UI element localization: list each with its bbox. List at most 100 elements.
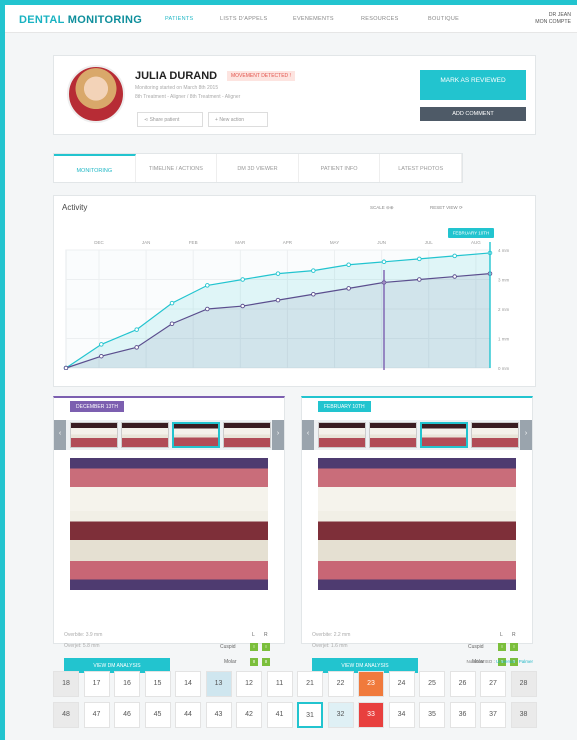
tooth-37[interactable]: 37	[480, 702, 506, 728]
data-point[interactable]	[169, 300, 175, 306]
thumbnail-selected[interactable]	[172, 422, 220, 448]
cuspid-label: Cuspid	[468, 644, 484, 650]
tooth-41[interactable]: 41	[266, 702, 293, 728]
nav-lists[interactable]: LISTS D'APPELS	[220, 16, 267, 22]
data-point[interactable]	[134, 345, 139, 350]
nav-events[interactable]: EVENEMENTS	[293, 16, 334, 22]
tooth-12[interactable]: 12	[236, 671, 262, 697]
overjet-readout: Overjet: 1.6 mm	[312, 643, 348, 649]
x-tick-label: JUL	[425, 240, 433, 245]
tooth-35[interactable]: 35	[419, 702, 445, 728]
tab-3d-viewer[interactable]: DM 3D VIEWER	[217, 154, 299, 182]
activity-chart[interactable]: DEC JAN FEB MAR APR MAY JUN JUL AUG 0 mm 1 mm 2 mm 3…	[54, 220, 535, 370]
add-comment-button[interactable]: ADD COMMENT	[420, 107, 526, 121]
tooth-14[interactable]: 14	[175, 671, 201, 697]
tab-monitoring[interactable]: MONITORING	[54, 154, 136, 182]
scale-control[interactable]: SCALE ⊖⊕	[370, 205, 394, 211]
tooth-33[interactable]: 33	[358, 702, 384, 728]
tooth-31[interactable]: 31	[297, 702, 323, 728]
tooth-24[interactable]: 24	[388, 671, 415, 697]
data-point[interactable]	[99, 342, 104, 347]
left-thumbnail-strip: ‹ ›	[54, 420, 284, 450]
data-point[interactable]	[240, 277, 245, 282]
data-point[interactable]	[417, 256, 422, 262]
tooth-44[interactable]: 44	[175, 702, 201, 728]
share-patient-button[interactable]: ⋖ Share patient	[137, 112, 203, 127]
tab-patient-info[interactable]: PATIENT INFO	[299, 154, 381, 182]
tooth-43[interactable]: 43	[205, 702, 232, 728]
col-r: R	[264, 632, 268, 638]
data-point[interactable]	[311, 291, 316, 297]
tooth-17[interactable]: 17	[83, 671, 110, 697]
prev-arrow-icon[interactable]: ‹	[54, 420, 66, 450]
new-action-button[interactable]: + New action	[208, 112, 268, 127]
tooth-45[interactable]: 45	[144, 702, 171, 728]
tooth-32[interactable]: 32	[327, 702, 354, 728]
tab-timeline[interactable]: TIMELINE / ACTIONS	[136, 154, 218, 182]
thumbnail-selected[interactable]	[420, 422, 468, 448]
thumbnail[interactable]	[318, 422, 366, 448]
data-point[interactable]	[346, 262, 351, 268]
tooth-15[interactable]: 15	[144, 671, 171, 697]
nav-resources[interactable]: RESOURCES	[361, 16, 399, 22]
tooth-27[interactable]: 27	[480, 671, 506, 697]
mark-reviewed-button[interactable]: MARK AS REVIEWED	[420, 70, 526, 100]
data-point[interactable]	[134, 327, 139, 332]
logo[interactable]: DENTAL MONITORING	[19, 14, 142, 26]
thumbnail[interactable]	[223, 422, 271, 448]
teeth-photo[interactable]	[318, 458, 516, 590]
data-point[interactable]	[275, 271, 281, 276]
next-arrow-icon[interactable]: ›	[520, 420, 532, 450]
thumbnail[interactable]	[121, 422, 169, 448]
tooth-21[interactable]: 21	[297, 671, 323, 697]
data-point[interactable]	[452, 274, 457, 279]
tooth-34[interactable]: 34	[388, 702, 415, 728]
data-point[interactable]	[205, 306, 210, 312]
prev-arrow-icon[interactable]: ‹	[302, 420, 314, 450]
data-point[interactable]	[275, 297, 281, 303]
tooth-22[interactable]: 22	[327, 671, 354, 697]
tooth-28[interactable]: 28	[510, 671, 537, 697]
tooth-13[interactable]: 13	[205, 671, 232, 697]
tooth-46[interactable]: 46	[114, 702, 140, 728]
data-point[interactable]	[311, 268, 316, 273]
thumbnail[interactable]	[70, 422, 118, 448]
teeth-photo[interactable]	[70, 458, 268, 590]
tooth-38[interactable]: 38	[510, 702, 537, 728]
user-menu[interactable]: DR JEAN MON COMPTE	[535, 12, 571, 26]
reset-view-button[interactable]: RESET VIEW ⟳	[430, 205, 463, 211]
data-point[interactable]	[205, 283, 210, 288]
tooth-47[interactable]: 47	[83, 702, 110, 728]
data-point[interactable]	[346, 286, 351, 291]
x-tick-label: MAR	[235, 240, 246, 245]
zoom-in-icon[interactable]: ⊕	[390, 205, 394, 210]
data-point[interactable]	[169, 321, 175, 326]
thumbnail[interactable]	[369, 422, 417, 448]
data-point[interactable]	[99, 353, 104, 359]
data-point[interactable]	[63, 365, 69, 370]
tooth-18[interactable]: 18	[53, 671, 79, 697]
data-point[interactable]	[417, 277, 422, 282]
data-point[interactable]	[381, 259, 387, 265]
notation-switch[interactable]: Notation ISO : Universal - Palmer	[466, 659, 533, 664]
data-point[interactable]	[452, 253, 457, 259]
next-arrow-icon[interactable]: ›	[272, 420, 284, 450]
thumbnail[interactable]	[471, 422, 519, 448]
tooth-42[interactable]: 42	[236, 702, 262, 728]
tooth-11[interactable]: 11	[266, 671, 293, 697]
x-tick-label: JUN	[377, 240, 386, 245]
patient-info-line-1: Monitoring started on March 8th 2015	[135, 85, 219, 91]
nav-patients[interactable]: PATIENTS	[165, 16, 193, 22]
tooth-23[interactable]: 23	[358, 671, 384, 697]
x-tick-label: AUG	[471, 240, 481, 245]
chart-title: Activity	[62, 203, 88, 212]
tooth-16[interactable]: 16	[114, 671, 140, 697]
tooth-36[interactable]: 36	[449, 702, 476, 728]
x-tick-label: FEB	[189, 240, 198, 245]
tooth-26[interactable]: 26	[449, 671, 476, 697]
nav-shop[interactable]: BOUTIQUE	[428, 16, 459, 22]
tab-latest-photos[interactable]: LATEST PHOTOS	[380, 154, 462, 182]
tooth-25[interactable]: 25	[419, 671, 445, 697]
tooth-48[interactable]: 48	[53, 702, 79, 728]
data-point[interactable]	[240, 303, 245, 309]
